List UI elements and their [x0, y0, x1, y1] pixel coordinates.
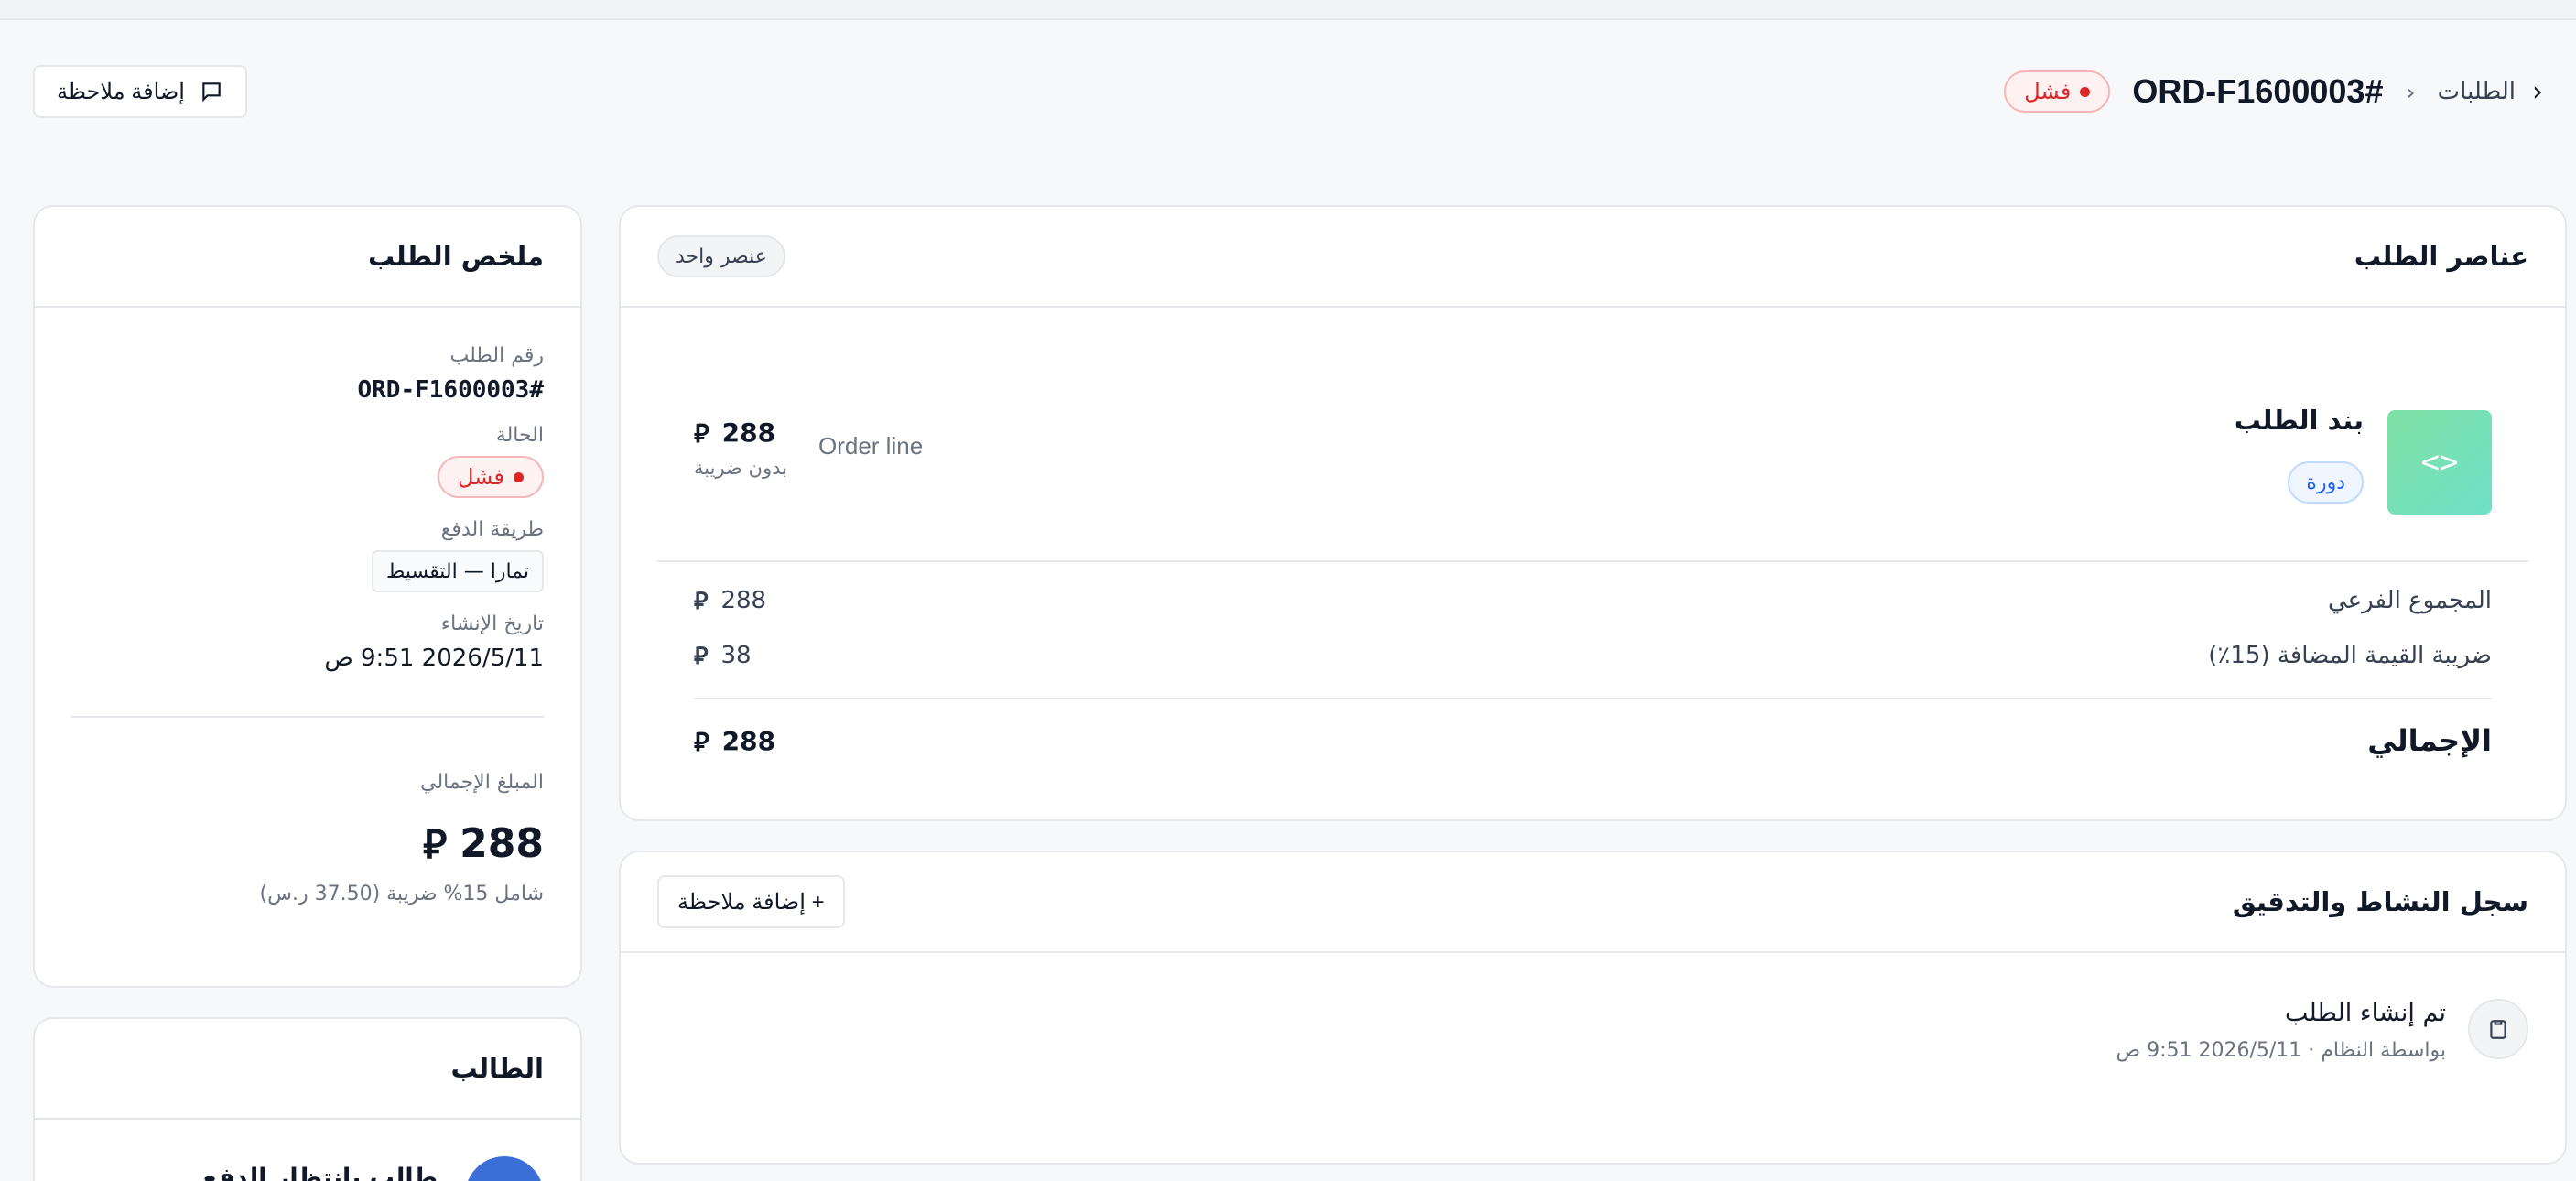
status-label: الحالة [495, 424, 544, 447]
breadcrumb-separator-icon: ‹ [2405, 76, 2416, 107]
order-summary-header: ملخص الطلب [35, 207, 580, 308]
grand-total-row: الإجمالي ⃁ 288 [694, 709, 2492, 773]
student-name[interactable]: طالب بانتظار الدفع [201, 1164, 438, 1181]
item-price: ⃁ 288 بدون ضريبة [694, 416, 787, 479]
activity-entry-title: تم إنشاء الطلب [2284, 999, 2446, 1027]
riyal-icon: ⃁ [694, 642, 709, 670]
activity-entry: تم إنشاء الطلب بواسطة النظام · 2026/5/11… [657, 999, 2528, 1081]
item-description: Order line [818, 432, 924, 460]
tax-note: شامل 15% ضريبة (37.50 ر.س) [259, 883, 544, 905]
item-price-note: بدون ضريبة [694, 457, 787, 479]
status-dot-icon [2080, 86, 2091, 97]
subtotal-row: المجموع الفرعي ⃁ 288 [694, 573, 2492, 628]
student-card: الطالب طالب بانتظار الدفع [33, 1017, 582, 1181]
activity-entry-meta: بواسطة النظام · 2026/5/11 9:51 ص [2116, 1039, 2447, 1062]
breadcrumb-orders-link[interactable]: ‹ الطلبات [2438, 76, 2543, 108]
subtotal-value: 288 [720, 587, 767, 614]
add-note-button[interactable]: إضافة ملاحظة [33, 65, 247, 118]
payment-method-label: طريقة الدفع [440, 518, 544, 541]
totals-divider [694, 698, 2492, 699]
top-bar [0, 0, 2576, 20]
breadcrumb: ‹ الطلبات ‹ ORD-F1600003# فشل [2004, 53, 2543, 130]
total-amount-value: 288 [460, 820, 544, 867]
order-items-card: عناصر الطلب عنصر واحد <> بند الطلب دورة … [619, 205, 2567, 821]
subtotal-label: المجموع الفرعي [2327, 587, 2492, 614]
total-amount-label: المبلغ الإجمالي [420, 771, 544, 794]
order-item-row: <> بند الطلب دورة Order line ⃁ 288 بدون … [657, 388, 2528, 562]
total-amount: 288 ⃁ [71, 818, 544, 870]
riyal-icon: ⃁ [694, 726, 709, 757]
riyal-icon: ⃁ [694, 418, 709, 449]
order-totals: المجموع الفرعي ⃁ 288 ضريبة القيمة المضاف… [694, 573, 2492, 773]
page-title: ORD-F1600003# [2132, 72, 2384, 110]
summary-status-badge: فشل [437, 456, 544, 498]
add-note-label: إضافة ملاحظة [57, 79, 185, 104]
order-summary-title: ملخص الطلب [368, 241, 544, 272]
activity-log-card: سجل النشاط والتدقيق + إضافة ملاحظة تم إن… [619, 851, 2567, 1165]
item-price-value: 288 [721, 417, 776, 448]
chevron-back-icon: ‹ [2532, 75, 2543, 108]
summary-divider [71, 716, 544, 718]
created-date-value: 2026/5/11 9:51 ص [324, 645, 544, 672]
activity-log-title: سجل النشاط والتدقيق [2232, 886, 2528, 917]
items-count-badge: عنصر واحد [657, 235, 785, 277]
student-card-header: الطالب [35, 1019, 580, 1120]
status-badge-label: فشل [2024, 79, 2072, 104]
comment-icon [202, 82, 221, 103]
status-badge: فشل [2004, 70, 2111, 113]
order-items-title: عناصر الطلب [2354, 241, 2528, 272]
grand-total-value: 288 [721, 725, 776, 756]
avatar [465, 1156, 544, 1181]
vat-row: ضريبة القيمة المضافة (15٪) ⃁ 38 [694, 628, 2492, 683]
order-items-header: عناصر الطلب عنصر واحد [621, 207, 2565, 308]
code-icon: <> [2387, 410, 2492, 515]
order-number-label: رقم الطلب [449, 344, 544, 367]
item-type-tag: دورة [2288, 461, 2364, 504]
riyal-icon: ⃁ [423, 821, 448, 868]
status-dot-icon [514, 471, 524, 482]
created-date-label: تاريخ الإنشاء [440, 612, 544, 635]
grand-total-label: الإجمالي [2367, 723, 2492, 758]
order-number-value: ORD-F1600003# [357, 376, 545, 404]
clipboard-icon [2468, 999, 2528, 1059]
summary-status-value: فشل [457, 464, 504, 490]
activity-add-note-button[interactable]: + إضافة ملاحظة [657, 875, 845, 928]
item-name: بند الطلب [2234, 405, 2364, 436]
payment-method-value: تمارا — التقسيط [372, 550, 544, 592]
vat-label: ضريبة القيمة المضافة (15٪) [2208, 642, 2492, 669]
student-card-title: الطالب [450, 1053, 544, 1084]
page-header: ‹ الطلبات ‹ ORD-F1600003# فشل إضافة ملاح… [33, 53, 2543, 130]
activity-log-header: سجل النشاط والتدقيق + إضافة ملاحظة [621, 852, 2565, 953]
breadcrumb-orders-label: الطلبات [2437, 78, 2516, 105]
vat-value: 38 [720, 642, 752, 669]
riyal-icon: ⃁ [694, 587, 709, 615]
order-summary-card: ملخص الطلب رقم الطلب ORD-F1600003# الحال… [33, 205, 582, 988]
